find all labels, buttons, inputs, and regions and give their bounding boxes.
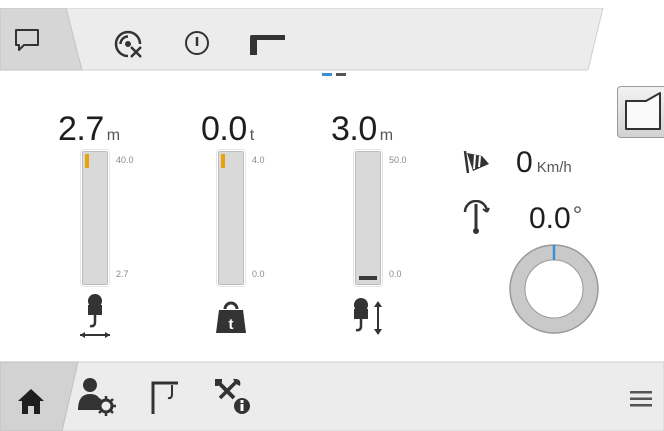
hook-height-max-label: 50.0	[389, 155, 407, 165]
load-level	[221, 154, 225, 168]
load-value: 0.0	[201, 110, 247, 148]
svg-text:t: t	[229, 316, 234, 333]
crane-config-icon[interactable]	[148, 380, 182, 421]
tools-info-icon[interactable]	[212, 376, 252, 421]
wind-sock-icon	[462, 149, 492, 180]
hook-radius-max-label: 40.0	[116, 155, 134, 165]
hook-radius-level	[85, 154, 89, 168]
load-max-label: 4.0	[252, 155, 265, 165]
view-corner-button[interactable]	[617, 86, 664, 138]
load-bar	[216, 149, 246, 287]
hook-height-level	[359, 276, 377, 280]
hook-height-min-label: 0.0	[389, 269, 402, 279]
hook-height-icon	[350, 297, 386, 342]
home-icon[interactable]	[16, 386, 46, 421]
wind-value: 0	[516, 146, 533, 179]
slew-readout: 0.0°	[529, 202, 582, 236]
bottom-navigation	[0, 360, 664, 431]
wind-unit: Km/h	[536, 159, 572, 176]
slew-value: 0.0	[529, 202, 571, 235]
hook-height-unit: m	[379, 127, 393, 144]
hook-height-bar	[353, 149, 383, 287]
weight-icon: t	[215, 300, 247, 339]
hook-height-readout: 3.0 m	[331, 110, 393, 149]
hook-radius-min-label: 2.7	[116, 269, 129, 279]
slew-unit: °	[572, 202, 583, 229]
page-dot-active[interactable]	[322, 73, 332, 76]
slew-dial	[506, 241, 602, 342]
hook-radius-icon	[78, 292, 112, 345]
load-unit: t	[249, 127, 254, 144]
view-corner-icon	[625, 92, 661, 130]
hook-radius-readout: 2.7 m	[58, 110, 120, 149]
wind-readout: 0 Km/h	[516, 146, 572, 180]
top-status-bar	[0, 8, 664, 76]
top-bar-background	[0, 8, 604, 71]
load-min-label: 0.0	[252, 269, 265, 279]
user-settings-icon[interactable]	[76, 376, 116, 421]
page-dot[interactable]	[336, 73, 346, 76]
slew-icon	[461, 199, 491, 241]
load-readout: 0.0 t	[201, 110, 254, 149]
menu-icon[interactable]	[630, 390, 652, 413]
hook-radius-unit: m	[106, 127, 120, 144]
hook-radius-bar	[80, 149, 110, 287]
hook-height-value: 3.0	[331, 110, 377, 148]
hook-radius-value: 2.7	[58, 110, 104, 148]
